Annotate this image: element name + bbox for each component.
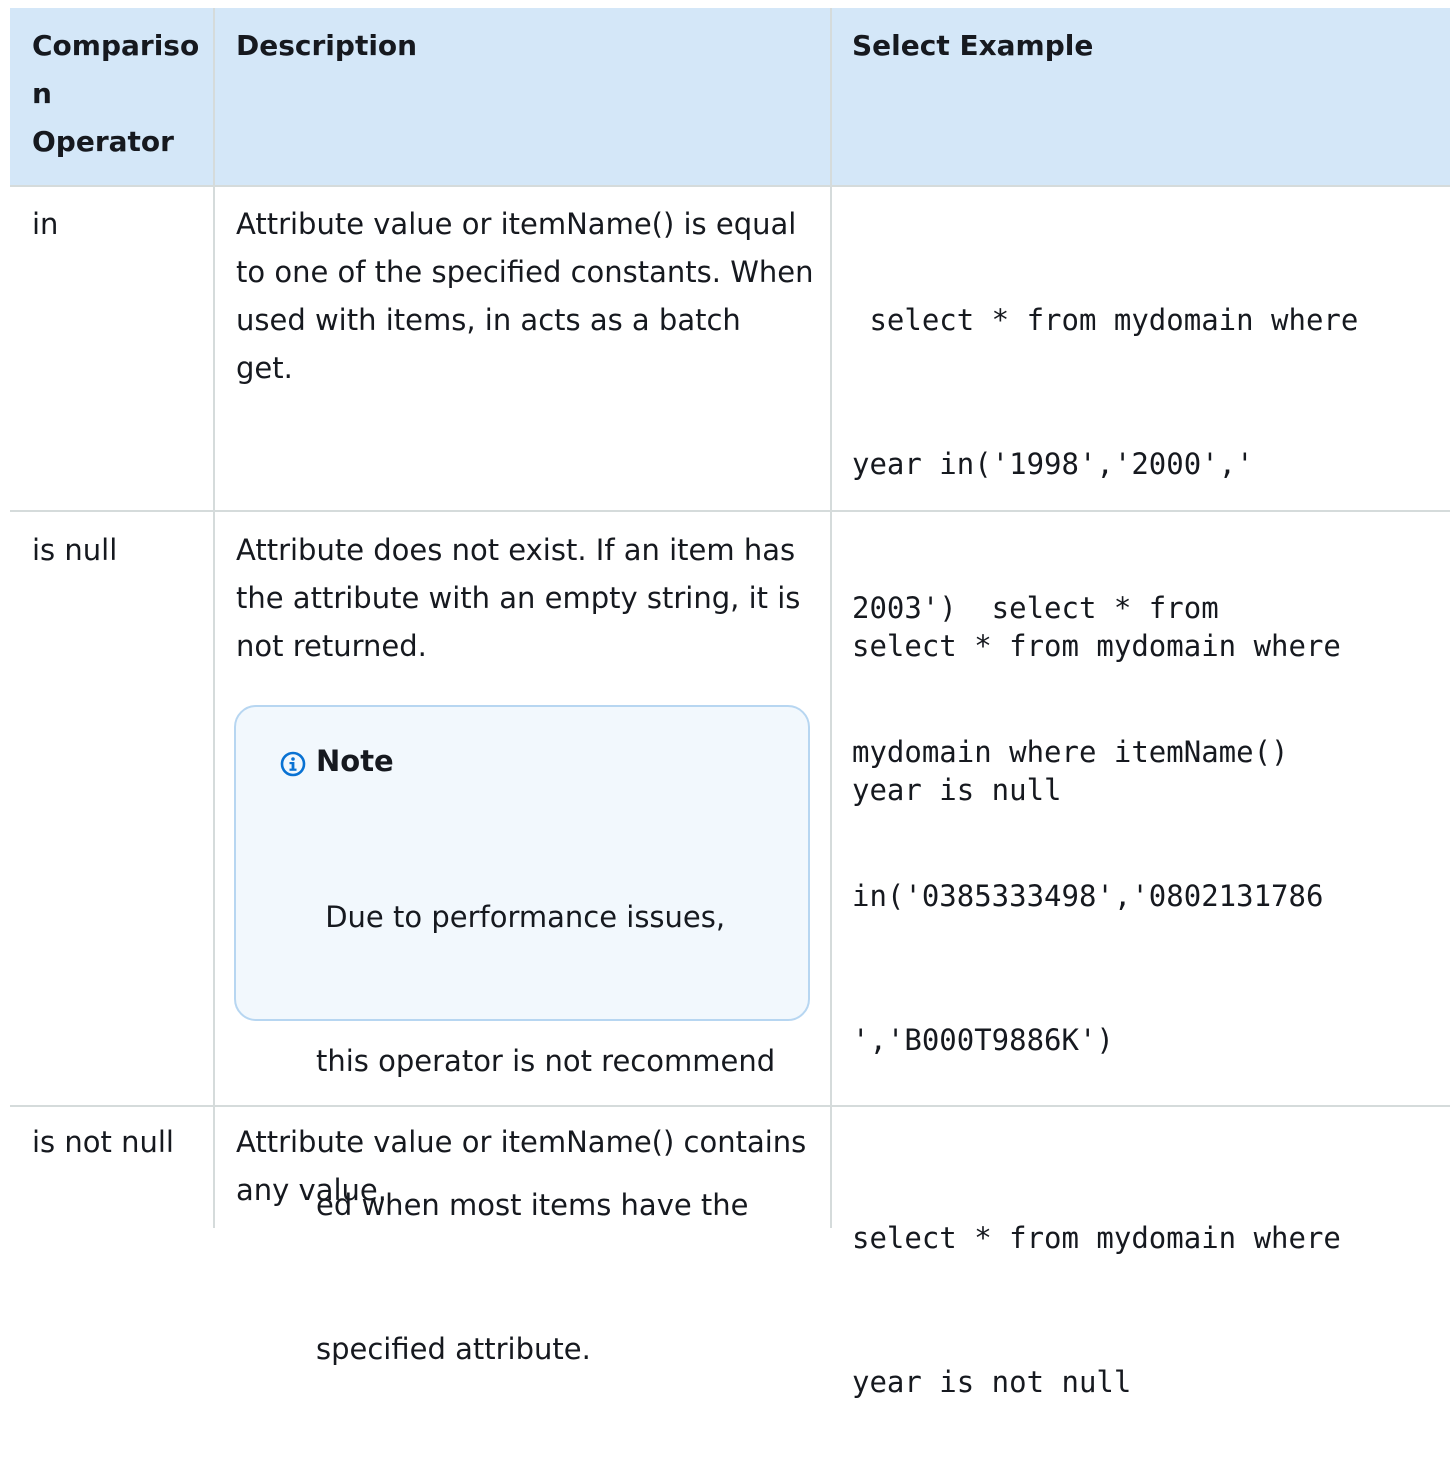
row-in-operator: in	[32, 207, 59, 241]
row-is-null-example: select * from mydomain where year is nul…	[852, 629, 1341, 807]
header-select-example: Select Example	[852, 29, 1094, 62]
row-is-not-null-example: select * from mydomain where year is not…	[852, 1221, 1341, 1399]
row-is-null-operator: is null	[32, 533, 118, 567]
header-description: Description	[236, 29, 418, 62]
note-callout: Note Due to performance issues, this ope…	[234, 705, 810, 1366]
row-is-not-null-operator: is not null	[32, 1125, 174, 1159]
row-is-not-null-description: Attribute value or itemName() contains a…	[236, 1125, 807, 1207]
column-divider	[830, 8, 832, 1228]
row-is-null-description: Attribute does not exist. If an item has…	[236, 533, 801, 663]
table-header	[10, 8, 1450, 186]
row-divider	[10, 185, 1450, 187]
column-divider	[213, 8, 215, 1228]
info-icon	[280, 751, 306, 777]
row-in-description: Attribute value or itemName() is equal t…	[236, 207, 814, 385]
note-title: Note	[316, 744, 394, 778]
header-operator: Compariso n Operator	[32, 29, 200, 158]
